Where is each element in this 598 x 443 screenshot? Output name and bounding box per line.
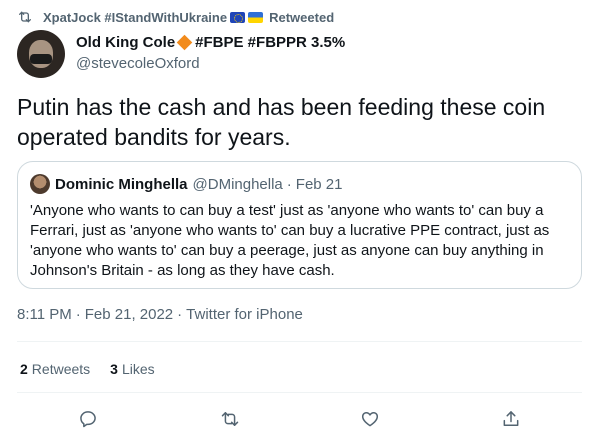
avatar-mask [30,54,52,64]
author-handle[interactable]: @stevecoleOxford [76,55,345,72]
quoted-tweet-text: 'Anyone who wants to can buy a test' jus… [30,202,550,279]
retweets-count: 2 [20,361,28,377]
ukraine-flag-icon [248,11,264,23]
tweet-source[interactable]: Twitter for iPhone [186,306,303,323]
like-icon [361,412,379,427]
retweet-icon [221,412,239,426]
quoted-author-avatar [30,174,50,194]
divider-bottom [17,392,582,393]
retweet-context-icon [19,11,31,23]
retweets-label: Retweets [31,361,91,377]
share-button[interactable] [497,405,525,433]
author-name-suffix[interactable]: #FBPE #FBPPR 3.5% [195,34,345,51]
quoted-author-name: Dominic Minghella [55,175,188,193]
quoted-tweet-card[interactable]: Dominic Minghella @DMinghella · Feb 21 '… [17,161,582,289]
reply-button[interactable] [74,405,102,433]
likes-label: Likes [121,361,155,377]
meta-separator-2: · [177,306,183,323]
tweet-metadata: 8:11 PM · Feb 21, 2022 · Twitter for iPh… [17,306,303,323]
quoted-separator: · [286,175,292,193]
like-button[interactable] [356,405,384,433]
quoted-date: Feb 21 [295,175,343,193]
action-bar [0,405,598,433]
tweet-time[interactable]: 8:11 PM [17,306,72,323]
quoted-author-handle: @DMinghella [192,175,283,193]
retweets-stat[interactable]: 2 Retweets [20,361,90,377]
tweet-date[interactable]: Feb 21, 2022 [85,306,173,323]
eu-flag-icon [230,11,246,23]
meta-separator-1: · [75,306,81,323]
author-name[interactable]: Old King Cole [76,34,175,51]
retweeter-name[interactable]: XpatJock #IStandWithUkraine [43,10,227,25]
share-icon [503,411,519,426]
engagement-stats: 2 Retweets 3 Likes [20,361,175,377]
orange-diamond-icon [176,34,193,51]
tweet-text: Putin has the cash and has been feeding … [17,94,546,150]
author-block[interactable]: Old King Cole #FBPE #FBPPR 3.5% @steveco… [76,33,345,72]
retweeted-label: Retweeted [269,9,335,25]
retweet-context[interactable]: XpatJock #IStandWithUkraine Retweeted [17,7,334,27]
divider-top [17,341,582,342]
quoted-tweet-header: Dominic Minghella @DMinghella · Feb 21 [30,174,569,194]
retweet-button[interactable] [216,405,244,433]
author-avatar[interactable] [17,30,65,78]
reply-icon [80,411,96,428]
likes-count: 3 [110,361,118,377]
author-name-row[interactable]: Old King Cole #FBPE #FBPPR 3.5% [76,33,345,52]
likes-stat[interactable]: 3 Likes [110,361,154,377]
